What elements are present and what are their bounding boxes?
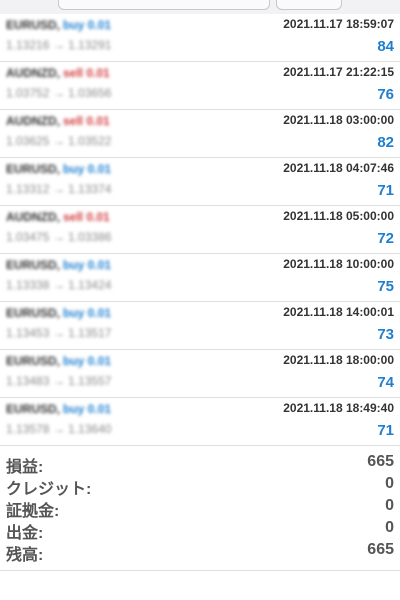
trade-profit: 74	[377, 374, 394, 391]
period-selector-right[interactable]	[276, 0, 342, 10]
trade-side: buy 0.01	[63, 258, 112, 272]
trade-time: 2021.11.18 03:00:00	[283, 113, 394, 127]
trade-time: 2021.11.18 10:00:00	[283, 257, 394, 271]
summary-row-withdrawal: 出金: 0	[0, 517, 400, 542]
trade-side: sell 0.01	[63, 114, 110, 128]
trade-symbol-side: AUDNZD, sell 0.01	[6, 114, 110, 128]
profit-value: 665	[367, 453, 394, 470]
bottom-divider	[0, 570, 400, 571]
trade-profit: 71	[377, 422, 394, 439]
trade-side: buy 0.01	[63, 18, 112, 32]
trade-row[interactable]: EURUSD, buy 0.01 1.13312 → 1.13374 2021.1…	[0, 158, 400, 206]
trade-prices: 1.13312 → 1.13374	[6, 182, 112, 196]
trade-row[interactable]: EURUSD, buy 0.01 1.13338 → 1.13424 2021.1…	[0, 254, 400, 302]
trade-row[interactable]: EURUSD, buy 0.01 1.13578 → 1.13640 2021.1…	[0, 398, 400, 446]
trade-symbol-side: EURUSD, buy 0.01	[6, 306, 111, 320]
balance-label: 残高:	[6, 547, 44, 564]
trade-prices: 1.13483 → 1.13557	[6, 374, 112, 388]
trade-history-list: EURUSD, buy 0.01 1.13216 → 1.13291 2021.1…	[0, 14, 400, 446]
trade-prices: 1.13578 → 1.13640	[6, 422, 112, 436]
trade-symbol: AUDNZD,	[6, 66, 60, 80]
trade-time: 2021.11.18 05:00:00	[283, 209, 394, 223]
trade-row[interactable]: AUDNZD, sell 0.01 1.03625 → 1.03522 2021.…	[0, 110, 400, 158]
trade-side: sell 0.01	[63, 66, 110, 80]
trade-row[interactable]: EURUSD, buy 0.01 1.13216 → 1.13291 2021.1…	[0, 14, 400, 62]
trade-symbol: AUDNZD,	[6, 114, 60, 128]
trade-symbol: AUDNZD,	[6, 210, 60, 224]
trade-profit: 76	[377, 86, 394, 103]
trade-symbol-side: AUDNZD, sell 0.01	[6, 210, 110, 224]
trade-symbol: EURUSD,	[6, 162, 61, 176]
trade-profit: 73	[377, 326, 394, 343]
trade-row[interactable]: AUDNZD, sell 0.01 1.03475 → 1.03386 2021.…	[0, 206, 400, 254]
trade-side: buy 0.01	[63, 162, 112, 176]
trade-symbol-side: EURUSD, buy 0.01	[6, 18, 111, 32]
trade-profit: 84	[377, 38, 394, 55]
trade-row[interactable]: AUDNZD, sell 0.01 1.03752 → 1.03656 2021.…	[0, 62, 400, 110]
trade-side: buy 0.01	[63, 354, 112, 368]
trade-row[interactable]: EURUSD, buy 0.01 1.13453 → 1.13517 2021.1…	[0, 302, 400, 350]
summary-row-profit: 損益: 665	[0, 451, 400, 476]
summary-row-credit: クレジット: 0	[0, 473, 400, 498]
summary-row-margin: 証拠金: 0	[0, 495, 400, 520]
trade-symbol: EURUSD,	[6, 354, 61, 368]
trade-time: 2021.11.17 21:22:15	[283, 65, 394, 79]
trade-row[interactable]: EURUSD, buy 0.01 1.13483 → 1.13557 2021.1…	[0, 350, 400, 398]
top-toolbar	[0, 0, 400, 14]
trade-prices: 1.13453 → 1.13517	[6, 326, 112, 340]
withdrawal-value: 0	[385, 519, 394, 536]
trade-symbol: EURUSD,	[6, 18, 61, 32]
period-selector-left[interactable]	[58, 0, 270, 10]
account-summary: 損益: 665 クレジット: 0 証拠金: 0 出金: 0 残高: 665	[0, 451, 400, 564]
trade-side: buy 0.01	[63, 306, 112, 320]
credit-value: 0	[385, 475, 394, 492]
trade-time: 2021.11.18 18:49:40	[283, 401, 394, 415]
trade-prices: 1.13338 → 1.13424	[6, 278, 112, 292]
trade-prices: 1.03752 → 1.03656	[6, 86, 112, 100]
trade-prices: 1.03625 → 1.03522	[6, 134, 112, 148]
trade-profit: 72	[377, 230, 394, 247]
trade-side: sell 0.01	[63, 210, 110, 224]
trade-symbol: EURUSD,	[6, 258, 61, 272]
trade-symbol-side: EURUSD, buy 0.01	[6, 258, 111, 272]
trade-time: 2021.11.17 18:59:07	[283, 17, 394, 31]
summary-row-balance: 残高: 665	[0, 539, 400, 564]
trade-time: 2021.11.18 18:00:00	[283, 353, 394, 367]
trade-time: 2021.11.18 04:07:46	[283, 161, 394, 175]
trade-profit: 75	[377, 278, 394, 295]
trade-prices: 1.03475 → 1.03386	[6, 230, 112, 244]
balance-value: 665	[367, 541, 394, 558]
trade-symbol-side: EURUSD, buy 0.01	[6, 354, 111, 368]
trade-symbol-side: AUDNZD, sell 0.01	[6, 66, 110, 80]
trade-profit: 82	[377, 134, 394, 151]
trade-symbol-side: EURUSD, buy 0.01	[6, 402, 111, 416]
trade-symbol: EURUSD,	[6, 402, 61, 416]
trade-profit: 71	[377, 182, 394, 199]
trade-prices: 1.13216 → 1.13291	[6, 38, 112, 52]
trade-symbol-side: EURUSD, buy 0.01	[6, 162, 111, 176]
trade-symbol: EURUSD,	[6, 306, 61, 320]
margin-value: 0	[385, 497, 394, 514]
trade-time: 2021.11.18 14:00:01	[283, 305, 394, 319]
trade-side: buy 0.01	[63, 402, 112, 416]
